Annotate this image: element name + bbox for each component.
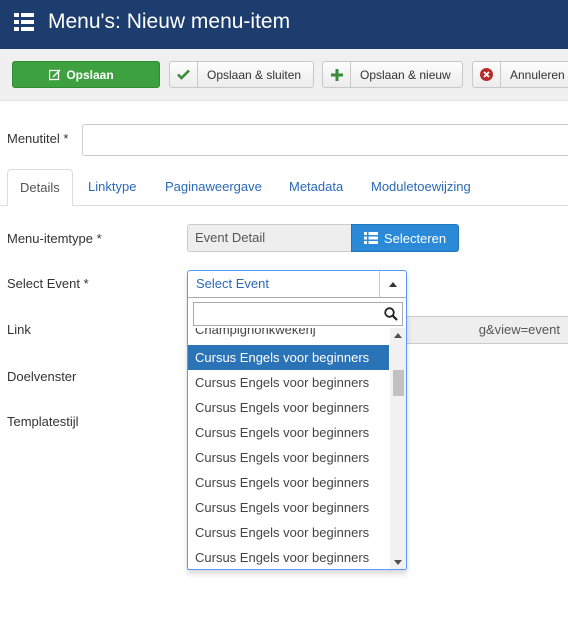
event-option[interactable]: Champignonkwekerij: [188, 328, 389, 342]
event-option[interactable]: Cursus Engels voor beginners: [188, 420, 389, 445]
search-icon: [384, 307, 398, 321]
itemtype-label: Menu-itemtype *: [7, 231, 102, 246]
save-label: Opslaan: [66, 67, 114, 82]
event-select-dropdown[interactable]: Select Event Champignonkwekerij Cursus E…: [187, 270, 407, 570]
tab-linktype[interactable]: Linktype: [88, 169, 136, 206]
save-button[interactable]: Opslaan: [12, 61, 160, 88]
tab-moduletoewijzing[interactable]: Moduletoewijzing: [371, 169, 471, 206]
save-new-label: Opslaan & nieuw: [360, 67, 451, 82]
toolbar: Opslaan Opslaan & sluiten Opslaan & nieu…: [0, 49, 568, 101]
list-menu-icon: [14, 13, 34, 31]
save-new-button[interactable]: Opslaan & nieuw: [322, 61, 463, 88]
event-select-current[interactable]: Select Event: [188, 271, 406, 298]
event-search-input[interactable]: [193, 302, 403, 326]
event-select-value: Select Event: [196, 276, 269, 291]
menutitle-input[interactable]: [82, 124, 568, 156]
event-option[interactable]: Cursus Engels voor beginners: [188, 545, 389, 569]
event-option[interactable]: Cursus Engels voor beginners: [188, 395, 389, 420]
cancel-circle-icon: [480, 68, 493, 81]
link-label: Link: [7, 322, 31, 337]
options-scrollbar[interactable]: [390, 328, 406, 569]
list-icon: [363, 232, 378, 244]
select-button-label: Selecteren: [383, 230, 447, 246]
caret-up-icon: [389, 281, 397, 287]
tab-bar: Details Linktype Paginaweergave Metadata…: [0, 169, 568, 206]
link-value: g&view=event: [478, 322, 560, 337]
event-option-highlighted[interactable]: Cursus Engels voor beginners: [188, 345, 389, 370]
event-label: Select Event *: [7, 276, 89, 291]
page-header: Menu's: Nieuw menu-item: [0, 0, 568, 49]
cancel-label: Annuleren: [510, 67, 565, 82]
save-close-label: Opslaan & sluiten: [207, 67, 302, 82]
checkmark-icon: [177, 69, 190, 80]
event-option[interactable]: Cursus Engels voor beginners: [188, 445, 389, 470]
event-option[interactable]: Cursus Engels voor beginners: [188, 495, 389, 520]
scroll-up-arrow-icon[interactable]: [394, 333, 402, 338]
edit-icon: [49, 69, 61, 80]
scroll-down-arrow-icon[interactable]: [394, 560, 402, 565]
menutitle-label: Menutitel *: [7, 131, 69, 146]
itemtype-field: Event Detail: [187, 224, 352, 252]
plus-icon: [330, 68, 343, 81]
page-title: Menu's: Nieuw menu-item: [48, 10, 291, 33]
event-options-list[interactable]: Champignonkwekerij Cursus Engels voor be…: [188, 328, 406, 569]
cancel-button[interactable]: Annuleren: [472, 61, 568, 88]
event-option[interactable]: Cursus Engels voor beginners: [188, 370, 389, 395]
tab-paginaweergave[interactable]: Paginaweergave: [165, 169, 262, 206]
tab-details[interactable]: Details: [7, 169, 73, 206]
dropdown-toggle[interactable]: [379, 271, 406, 297]
template-style-label: Templatestijl: [7, 414, 79, 429]
save-close-button[interactable]: Opslaan & sluiten: [169, 61, 314, 88]
select-itemtype-button[interactable]: Selecteren: [351, 224, 459, 252]
scrollbar-thumb[interactable]: [393, 370, 404, 396]
event-option[interactable]: Cursus Engels voor beginners: [188, 520, 389, 545]
tab-metadata[interactable]: Metadata: [289, 169, 343, 206]
event-option[interactable]: Cursus Engels voor beginners: [188, 470, 389, 495]
target-window-label: Doelvenster: [7, 369, 77, 384]
